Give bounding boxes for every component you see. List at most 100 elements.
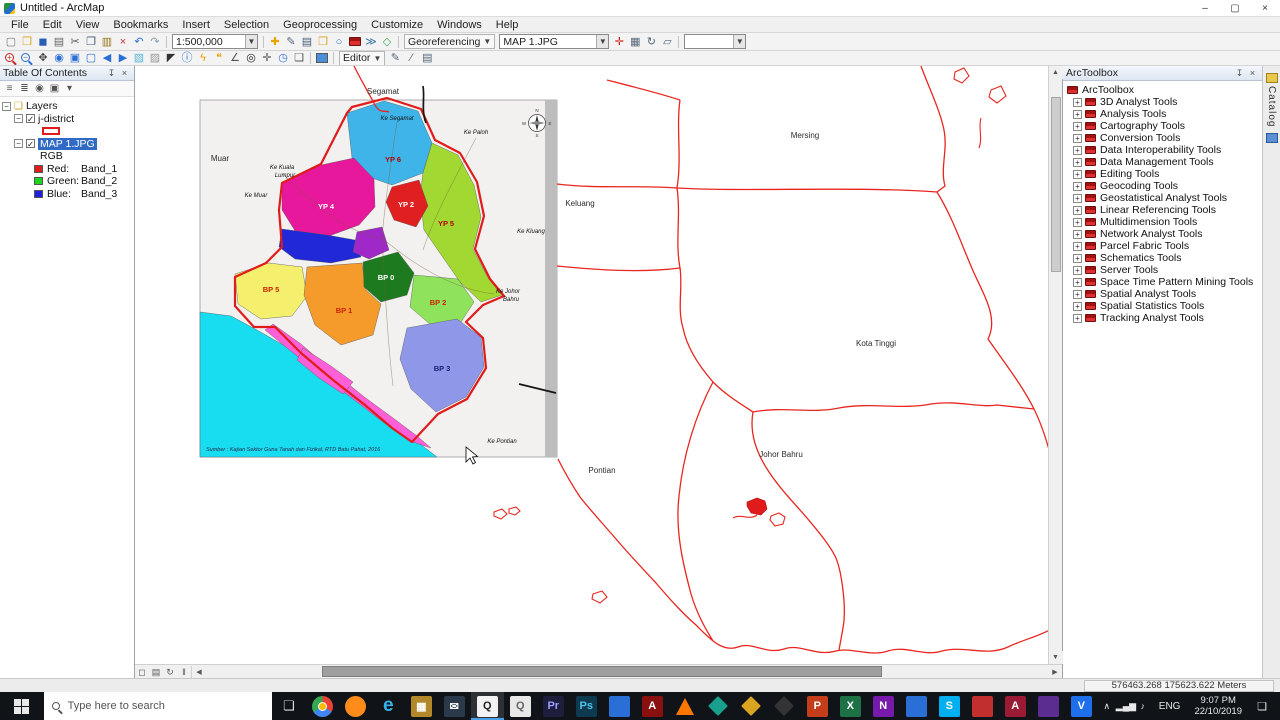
fixed-zoom-in-icon[interactable]: ▣ — [67, 51, 83, 65]
toolbox-item[interactable]: + Server Tools — [1063, 264, 1262, 276]
delete-icon[interactable]: × — [115, 35, 131, 49]
viewer-window-icon[interactable]: ❏ — [291, 51, 307, 65]
search-window-icon[interactable]: ○ — [331, 35, 347, 49]
expand-icon[interactable]: + — [1073, 181, 1082, 191]
expand-icon[interactable]: + — [1073, 301, 1082, 311]
toolbox-item[interactable]: + Tracking Analyst Tools — [1063, 312, 1262, 324]
close-icon[interactable]: × — [1246, 68, 1259, 78]
tray-status-icon[interactable]: ▂▄▆ — [1116, 701, 1136, 712]
tray-status-icon[interactable]: ♪ — [1134, 701, 1152, 711]
catalog-icon[interactable] — [1265, 73, 1278, 83]
taskbar-edge-icon[interactable]: e — [372, 692, 405, 720]
chevron-down-icon[interactable]: ▼ — [596, 35, 609, 48]
expand-icon[interactable]: + — [1073, 205, 1082, 215]
vertical-scrollbar[interactable]: ▲ ▼ — [1048, 66, 1063, 664]
expand-icon[interactable]: + — [1073, 109, 1082, 119]
fill-color-swatch[interactable] — [314, 51, 330, 65]
taskbar-firefox-icon[interactable] — [339, 692, 372, 720]
taskbar-app-14[interactable] — [735, 692, 768, 720]
expand-icon[interactable]: + — [1073, 253, 1082, 263]
toolbox-item[interactable]: + Data Management Tools — [1063, 156, 1262, 168]
menu-insert[interactable]: Insert — [175, 19, 217, 31]
expand-icon[interactable]: + — [1073, 229, 1082, 239]
redo-icon[interactable]: ↷ — [147, 35, 163, 49]
toolbox-item[interactable]: + Cartography Tools — [1063, 120, 1262, 132]
list-by-source-icon[interactable]: ≣ — [17, 82, 32, 96]
search-icon[interactable] — [1265, 133, 1278, 144]
menu-customize[interactable]: Customize — [364, 19, 430, 31]
html-popup-icon[interactable]: ❝ — [211, 51, 227, 65]
view-link-table-icon[interactable]: ▦ — [627, 35, 643, 49]
select-features-icon[interactable]: ▧ — [131, 51, 147, 65]
toolbox-item[interactable]: + Conversion Tools — [1063, 132, 1262, 144]
edit-vertices-icon[interactable]: ∕ — [403, 51, 419, 65]
toolbox-item[interactable]: + Space Time Pattern Mining Tools — [1063, 276, 1262, 288]
menu-selection[interactable]: Selection — [217, 19, 276, 31]
menu-windows[interactable]: Windows — [430, 19, 489, 31]
maximize-button[interactable]: ▢ — [1220, 0, 1250, 16]
expand-icon[interactable]: + — [1073, 145, 1082, 155]
toolbox-item[interactable]: + Schematics Tools — [1063, 252, 1262, 264]
band-row[interactable]: Red: Band_1 — [0, 163, 134, 176]
time-slider-icon[interactable]: ◷ — [275, 51, 291, 65]
menu-bookmarks[interactable]: Bookmarks — [106, 19, 175, 31]
fixed-zoom-out-icon[interactable]: ▢ — [83, 51, 99, 65]
toolbox-item[interactable]: + Data Interoperability Tools — [1063, 144, 1262, 156]
copy-icon[interactable]: ❐ — [83, 35, 99, 49]
toolbox-item[interactable]: +3D Analyst Tools — [1063, 96, 1262, 108]
taskbar-app-10[interactable] — [603, 692, 636, 720]
empty-combo[interactable]: ▼ — [684, 34, 747, 49]
expand-icon[interactable]: + — [1073, 241, 1082, 251]
horizontal-scrollbar[interactable]: ◀ ▶ — [192, 665, 1062, 679]
taskbar-app-4[interactable]: ▦ — [405, 692, 438, 720]
toolbox-item[interactable]: + Geostatistical Analyst Tools — [1063, 192, 1262, 204]
language-indicator[interactable]: ENG — [1152, 701, 1188, 712]
toolbox-item[interactable]: + Multidimension Tools — [1063, 216, 1262, 228]
taskbar-powerpoint-icon[interactable]: P — [801, 692, 834, 720]
map-canvas[interactable]: NESW YP 6YP 5YP 4 YP 2BP 5BP 1BP 0BP 2BP … — [135, 66, 1048, 664]
scroll-up-icon[interactable]: ▲ — [1048, 66, 1063, 79]
clear-selection-icon[interactable]: ▨ — [147, 51, 163, 65]
band-row[interactable]: Blue: Band_3 — [0, 188, 134, 201]
rotate-image-icon[interactable]: ↻ — [643, 35, 659, 49]
toolbox-item[interactable]: + Network Analyst Tools — [1063, 228, 1262, 240]
find-icon[interactable]: ◎ — [243, 51, 259, 65]
list-by-drawing-order-icon[interactable]: ≡ — [2, 82, 17, 96]
notification-center-icon[interactable]: ❏ — [1249, 700, 1275, 713]
collapse-icon[interactable]: − — [2, 101, 11, 111]
taskbar-arcmap-icon[interactable]: Q — [470, 692, 504, 720]
toolbox-item[interactable]: + Editing Tools — [1063, 168, 1262, 180]
scroll-down-icon[interactable]: ▼ — [1048, 651, 1063, 664]
expand-icon[interactable]: + — [1073, 265, 1082, 275]
task-view-button[interactable]: ❏ — [272, 692, 306, 720]
menu-view[interactable]: View — [69, 19, 107, 31]
taskbar-premiere-icon[interactable]: Pr — [537, 692, 570, 720]
add-data-icon[interactable]: ✚ — [267, 35, 283, 49]
data-view-icon[interactable]: ◻ — [135, 666, 149, 678]
start-button[interactable] — [0, 692, 44, 720]
refresh-view-icon[interactable]: ↻ — [163, 666, 177, 678]
new-map-icon[interactable]: ▢ — [3, 35, 19, 49]
expand-icon[interactable]: + — [1073, 313, 1082, 323]
open-icon[interactable]: ❒ — [19, 35, 35, 49]
catalog-window-icon[interactable]: ❒ — [315, 35, 331, 49]
add-control-points-icon[interactable]: ✛ — [611, 35, 627, 49]
arctoolbox-root[interactable]: ArcToolbox — [1063, 83, 1262, 96]
undo-icon[interactable]: ↶ — [131, 35, 147, 49]
python-icon[interactable]: ≫ — [363, 35, 379, 49]
save-icon[interactable]: ◼ — [35, 35, 51, 49]
pause-drawing-icon[interactable]: ‖ — [177, 666, 191, 678]
expand-icon[interactable]: + — [1073, 121, 1082, 131]
table-of-contents-icon[interactable]: ▤ — [299, 35, 315, 49]
tray-expand-icon[interactable]: ∧ — [1098, 701, 1116, 712]
list-by-visibility-icon[interactable]: ◉ — [32, 82, 47, 96]
collapse-icon[interactable]: − — [14, 114, 23, 124]
full-extent-icon[interactable]: ◉ — [51, 51, 67, 65]
modelbuilder-icon[interactable]: ◇ — [379, 35, 395, 49]
forward-extent-icon[interactable]: ▶ — [115, 51, 131, 65]
zoom-in-icon[interactable]: + — [5, 52, 14, 62]
taskbar-search-box[interactable]: Type here to search — [43, 692, 273, 720]
taskbar-app-24[interactable]: V — [1065, 692, 1098, 720]
toc-options-icon[interactable]: ▾ — [62, 82, 77, 96]
toc-layers-root[interactable]: − ❏ Layers — [0, 100, 134, 113]
